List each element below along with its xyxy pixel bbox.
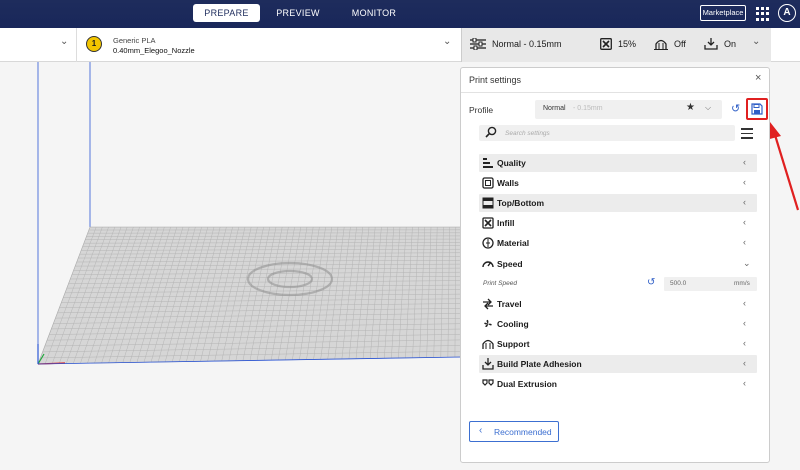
chevron-left-icon: ‹	[743, 358, 746, 368]
marketplace-button[interactable]: Marketplace	[700, 5, 746, 21]
material-icon	[482, 237, 494, 249]
support-icon	[654, 39, 668, 50]
chevron-left-icon: ‹	[743, 217, 746, 227]
category-material[interactable]: Material ‹	[479, 234, 757, 252]
infill-summary[interactable]: 15%	[600, 38, 636, 50]
stage-tabs: PREPARE PREVIEW MONITOR	[193, 4, 412, 22]
star-icon[interactable]: ★	[686, 102, 695, 113]
annotation-arrow	[773, 134, 800, 211]
category-infill[interactable]: Infill ‹	[479, 214, 757, 232]
print-settings-panel: Print settings × Profile Normal - 0.15mm…	[460, 67, 770, 463]
category-travel[interactable]: Travel ‹	[479, 295, 757, 313]
extruder-badge[interactable]: 1	[86, 36, 102, 52]
category-label: Build Plate Adhesion	[497, 359, 582, 369]
category-label: Travel	[497, 299, 522, 309]
tab-monitor[interactable]: MONITOR	[336, 4, 412, 22]
tab-prepare[interactable]: PREPARE	[193, 4, 260, 22]
category-label: Quality	[497, 158, 526, 168]
search-box[interactable]	[479, 125, 735, 141]
panel-title: Print settings	[469, 75, 522, 85]
category-quality[interactable]: Quality ‹	[479, 154, 757, 172]
category-label: Cooling	[497, 319, 529, 329]
chevron-left-icon: ‹	[479, 425, 483, 436]
nozzle-name[interactable]: 0.40mm_Elegoo_Nozzle	[113, 46, 195, 55]
print-speed-field[interactable]: 500.0 mm/s	[664, 277, 757, 291]
support-icon	[482, 339, 494, 349]
category-walls[interactable]: Walls ‹	[479, 174, 757, 192]
category-top-bottom[interactable]: Top/Bottom ‹	[479, 194, 757, 212]
infill-summary-label: 15%	[618, 39, 637, 49]
fan-icon	[484, 319, 492, 328]
chevron-left-icon: ‹	[743, 378, 746, 388]
profile-dropdown[interactable]: Normal - 0.15mm ★ ⌵	[535, 100, 722, 119]
adhesion-summary-label: On	[724, 39, 737, 49]
material-name[interactable]: Generic PLA	[113, 36, 156, 45]
settings-menu-icon[interactable]	[741, 128, 753, 139]
print-speed-value[interactable]: 500.0	[670, 280, 686, 287]
sliders-icon	[470, 38, 486, 50]
tab-preview[interactable]: PREVIEW	[260, 4, 336, 22]
profile-name: Normal	[543, 105, 566, 112]
chevron-down-icon: ⌄	[743, 258, 751, 268]
apps-grid-icon[interactable]	[756, 7, 770, 21]
recommended-button[interactable]: ‹ Recommended	[469, 421, 559, 442]
adhesion-icon	[482, 358, 494, 370]
material-selector-chevron-icon[interactable]: ⌄	[443, 36, 451, 47]
chevron-left-icon: ‹	[743, 237, 746, 247]
chevron-left-icon: ‹	[743, 338, 746, 348]
dual-extrusion-icon	[482, 379, 494, 386]
category-build-plate-adhesion[interactable]: Build Plate Adhesion ‹	[479, 355, 757, 373]
reset-profile-icon[interactable]: ↺	[731, 102, 740, 115]
infill-icon	[482, 217, 494, 229]
adhesion-summary[interactable]: On	[704, 38, 736, 50]
adhesion-icon	[704, 38, 718, 50]
machine-toolbar: ⌄ 1 Generic PLA 0.40mm_Elegoo_Nozzle ⌄ N…	[0, 28, 800, 62]
walls-icon	[482, 177, 494, 189]
profile-label: Profile	[469, 105, 494, 115]
category-label: Walls	[497, 178, 519, 188]
settings-expand-chevron-icon[interactable]: ⌄	[752, 36, 760, 47]
reset-print-speed-icon[interactable]: ↺	[647, 277, 655, 288]
category-label: Infill	[497, 218, 515, 228]
save-icon	[751, 103, 763, 115]
category-support[interactable]: Support ‹	[479, 335, 757, 353]
close-icon[interactable]: ×	[755, 72, 761, 84]
category-cooling[interactable]: Cooling ‹	[479, 315, 757, 333]
print-speed-label: Print Speed	[483, 280, 517, 287]
category-label: Support	[497, 339, 530, 349]
top-bottom-icon	[482, 197, 494, 209]
search-input[interactable]	[505, 127, 725, 139]
chevron-left-icon: ‹	[743, 177, 746, 187]
chevron-down-icon[interactable]: ⌵	[705, 103, 711, 113]
chevron-left-icon: ‹	[743, 157, 746, 167]
print-settings-summary[interactable]: Normal - 0.15mm 15% Off On ⌄	[461, 28, 771, 62]
printer-selector-chevron-icon[interactable]: ⌄	[60, 36, 68, 47]
divider	[76, 28, 77, 62]
save-profile-button[interactable]	[746, 98, 768, 120]
quality-icon	[483, 158, 493, 168]
support-summary-label: Off	[674, 39, 686, 49]
chevron-left-icon: ‹	[743, 298, 746, 308]
category-speed[interactable]: Speed ⌄	[479, 255, 757, 273]
chevron-left-icon: ‹	[743, 318, 746, 328]
profile-summary[interactable]: Normal - 0.15mm	[470, 38, 562, 50]
support-summary[interactable]: Off	[654, 38, 686, 50]
category-label: Dual Extrusion	[497, 379, 557, 389]
speed-icon	[482, 261, 494, 268]
recommended-label: Recommended	[494, 427, 552, 437]
category-label: Speed	[497, 259, 523, 269]
infill-icon	[600, 38, 612, 50]
divider	[461, 92, 769, 93]
chevron-left-icon: ‹	[743, 197, 746, 207]
print-speed-unit: mm/s	[734, 280, 750, 287]
top-navigation-bar: PREPARE PREVIEW MONITOR Marketplace A	[0, 0, 800, 28]
user-avatar[interactable]: A	[778, 4, 796, 22]
travel-icon	[483, 298, 493, 310]
category-label: Top/Bottom	[497, 198, 545, 208]
profile-summary-label: Normal - 0.15mm	[492, 39, 562, 49]
search-icon	[485, 126, 497, 138]
category-dual-extrusion[interactable]: Dual Extrusion ‹	[479, 375, 757, 393]
category-label: Material	[497, 238, 530, 248]
profile-layer-height: - 0.15mm	[573, 105, 603, 112]
